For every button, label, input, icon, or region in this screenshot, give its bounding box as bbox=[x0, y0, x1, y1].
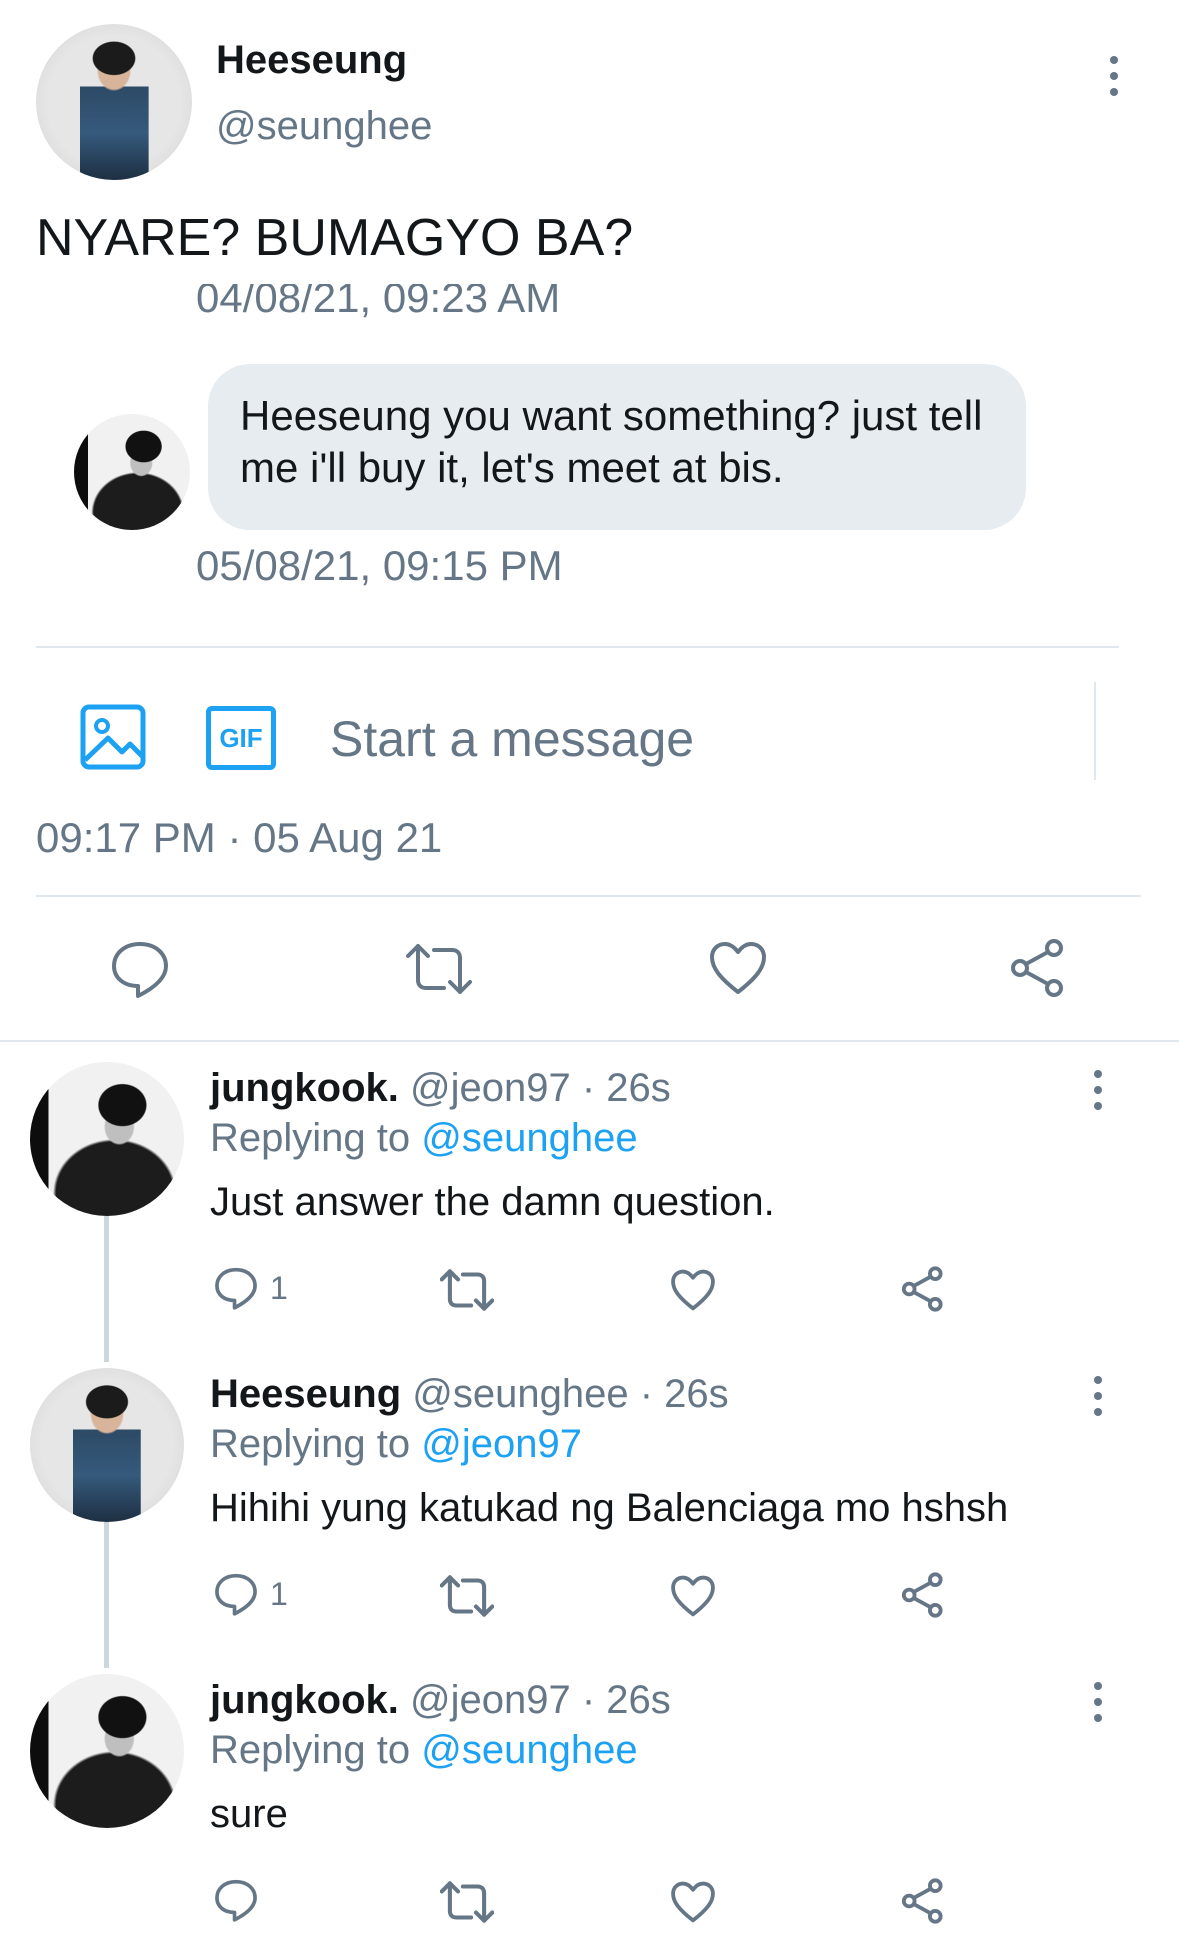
dm-sender-avatar bbox=[74, 414, 190, 530]
image-upload-icon bbox=[80, 704, 146, 770]
reply-icon[interactable] bbox=[110, 940, 170, 998]
reply-header: jungkook. @jeon97 · 26s bbox=[210, 1678, 671, 1722]
reply-author-handle[interactable]: @jeon97 bbox=[410, 1066, 571, 1110]
retweet-action[interactable] bbox=[440, 1268, 494, 1312]
replying-to-prefix: Replying to bbox=[210, 1116, 411, 1160]
replying-to: Replying to @jeon97 bbox=[210, 1422, 582, 1467]
share-icon bbox=[901, 1572, 943, 1618]
dm-prev-timestamp: 04/08/21, 09:23 AM bbox=[196, 284, 561, 321]
reply-time: 26s bbox=[664, 1372, 729, 1416]
author-avatar[interactable] bbox=[36, 24, 192, 180]
share-action[interactable] bbox=[900, 1266, 946, 1312]
reply-count: 1 bbox=[270, 1269, 288, 1306]
replying-to-handle[interactable]: @jeon97 bbox=[421, 1422, 582, 1466]
retweet-icon[interactable] bbox=[406, 942, 472, 996]
replying-to: Replying to @seunghee bbox=[210, 1116, 638, 1161]
dm-message-bubble: Heeseung you want something? just tell m… bbox=[208, 364, 1026, 530]
author-name[interactable]: Heeseung bbox=[216, 38, 407, 83]
replying-to-prefix: Replying to bbox=[210, 1422, 411, 1466]
reply-author-name[interactable]: jungkook. bbox=[210, 1678, 399, 1722]
retweet-action[interactable] bbox=[440, 1880, 494, 1924]
thread-line bbox=[104, 1522, 109, 1668]
retweet-action[interactable] bbox=[440, 1574, 494, 1618]
reply-action[interactable]: 1 bbox=[214, 1266, 288, 1310]
reply-action[interactable] bbox=[214, 1878, 270, 1922]
replying-to-prefix: Replying to bbox=[210, 1728, 411, 1772]
share-icon[interactable] bbox=[1008, 938, 1068, 998]
replying-to: Replying to @seunghee bbox=[210, 1728, 638, 1773]
reply-avatar[interactable] bbox=[30, 1062, 184, 1216]
reply-icon bbox=[215, 1879, 257, 1922]
like-icon bbox=[671, 1575, 715, 1617]
reply-avatar[interactable] bbox=[30, 1368, 184, 1522]
more-options-icon[interactable] bbox=[1092, 1070, 1104, 1110]
reply-text: Hihihi yung katukad ng Balenciaga mo hsh… bbox=[210, 1486, 1009, 1530]
like-action[interactable] bbox=[670, 1268, 716, 1312]
reply-author-name[interactable]: Heeseung bbox=[210, 1372, 401, 1416]
retweet-icon bbox=[440, 1269, 494, 1311]
composer-separator bbox=[1094, 682, 1096, 780]
thread-line bbox=[104, 1216, 109, 1362]
reply-action[interactable]: 1 bbox=[214, 1572, 288, 1616]
like-icon[interactable] bbox=[708, 940, 768, 996]
reply-icon bbox=[215, 1573, 257, 1616]
like-action[interactable] bbox=[670, 1574, 716, 1618]
share-icon bbox=[901, 1878, 943, 1924]
more-options-icon[interactable] bbox=[1108, 56, 1120, 96]
dm-divider bbox=[36, 646, 1119, 648]
reply-time: 26s bbox=[606, 1066, 671, 1110]
reply-avatar[interactable] bbox=[30, 1674, 184, 1828]
tweet-text: NYARE? BUMAGYO BA? bbox=[36, 209, 634, 267]
gif-icon: GIF bbox=[206, 706, 276, 770]
reply-header: Heeseung @seunghee · 26s bbox=[210, 1372, 729, 1416]
replying-to-handle[interactable]: @seunghee bbox=[421, 1116, 637, 1160]
reply-author-handle[interactable]: @seunghee bbox=[412, 1372, 628, 1416]
more-options-icon[interactable] bbox=[1092, 1682, 1104, 1722]
dm-screenshot: 04/08/21, 09:23 AM Heeseung you want som… bbox=[0, 284, 1179, 784]
timestamp-divider bbox=[36, 895, 1141, 897]
share-action[interactable] bbox=[900, 1572, 946, 1618]
dm-timestamp: 05/08/21, 09:15 PM bbox=[196, 542, 563, 589]
like-icon bbox=[671, 1269, 715, 1311]
reply-header: jungkook. @jeon97 · 26s bbox=[210, 1066, 671, 1110]
author-handle[interactable]: @seunghee bbox=[216, 104, 432, 149]
dm-composer-placeholder: Start a message bbox=[330, 711, 695, 767]
actions-divider bbox=[0, 1040, 1179, 1042]
replying-to-handle[interactable]: @seunghee bbox=[421, 1728, 637, 1772]
reply-author-name[interactable]: jungkook. bbox=[210, 1066, 399, 1110]
retweet-icon bbox=[440, 1881, 494, 1923]
retweet-icon bbox=[440, 1575, 494, 1617]
share-action[interactable] bbox=[900, 1878, 946, 1924]
reply-author-handle[interactable]: @jeon97 bbox=[410, 1678, 571, 1722]
dm-message-text: Heeseung you want something? just tell m… bbox=[240, 392, 983, 491]
reply-icon bbox=[215, 1267, 257, 1310]
gif-label: GIF bbox=[219, 722, 263, 753]
tweet-timestamp: 09:17 PM · 05 Aug 21 bbox=[36, 814, 443, 861]
reply-time: 26s bbox=[606, 1678, 671, 1722]
more-options-icon[interactable] bbox=[1092, 1376, 1104, 1416]
like-action[interactable] bbox=[670, 1880, 716, 1924]
like-icon bbox=[671, 1881, 715, 1923]
share-icon bbox=[901, 1266, 943, 1312]
reply-text: sure bbox=[210, 1792, 288, 1836]
reply-count: 1 bbox=[270, 1575, 288, 1612]
reply-text: Just answer the damn question. bbox=[210, 1180, 775, 1224]
